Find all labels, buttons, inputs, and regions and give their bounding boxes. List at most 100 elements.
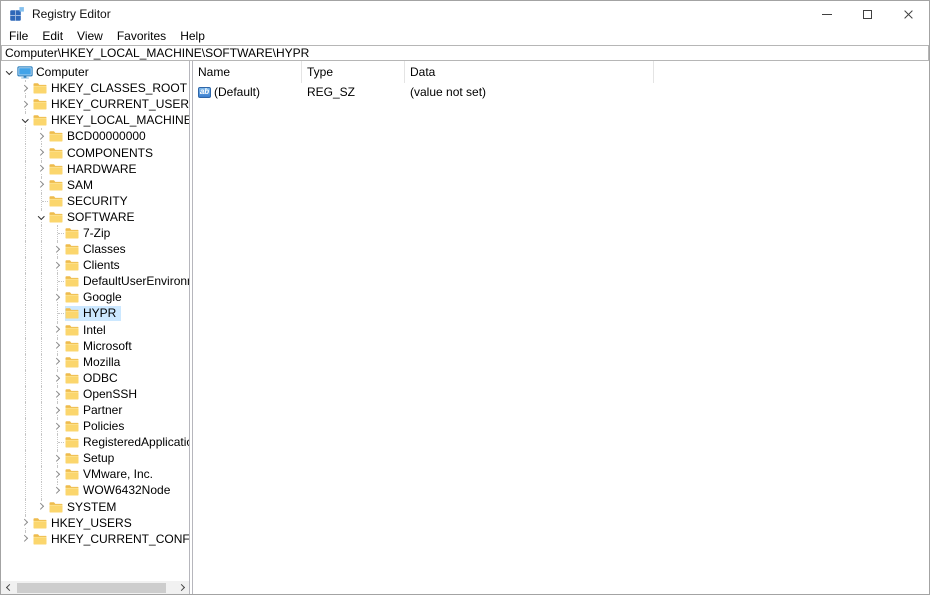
- tree-item-content[interactable]: SAM: [49, 177, 98, 192]
- tree-item-content[interactable]: HKEY_CURRENT_CONFIG: [33, 531, 189, 546]
- tree-item-content[interactable]: VMware, Inc.: [65, 467, 158, 482]
- expander-slot[interactable]: [17, 96, 33, 113]
- chevron-right-icon[interactable]: [20, 517, 30, 528]
- menu-file[interactable]: File: [2, 27, 35, 45]
- tree-item[interactable]: RegisteredApplications: [1, 434, 189, 451]
- tree-item-content[interactable]: RegisteredApplications: [65, 435, 189, 450]
- chevron-right-icon[interactable]: [52, 340, 62, 351]
- chevron-right-icon[interactable]: [52, 260, 62, 271]
- tree-item-content[interactable]: Partner: [65, 403, 127, 418]
- chevron-right-icon[interactable]: [52, 453, 62, 464]
- tree-item-content[interactable]: ODBC: [65, 370, 123, 385]
- tree-item-content[interactable]: SYSTEM: [49, 499, 121, 514]
- chevron-down-icon[interactable]: [36, 211, 46, 222]
- tree-item-content[interactable]: HKEY_CLASSES_ROOT: [33, 81, 189, 96]
- expander-slot[interactable]: [33, 176, 49, 193]
- expander-slot[interactable]: [49, 257, 65, 274]
- expander-slot[interactable]: [49, 385, 65, 402]
- tree-item[interactable]: HKEY_LOCAL_MACHINE: [1, 112, 189, 129]
- tree-item[interactable]: Policies: [1, 418, 189, 435]
- tree-item[interactable]: OpenSSH: [1, 385, 189, 402]
- expander-slot[interactable]: [49, 337, 65, 354]
- tree-item[interactable]: 7-Zip: [1, 224, 189, 242]
- chevron-right-icon[interactable]: [52, 421, 62, 432]
- chevron-right-icon[interactable]: [52, 469, 62, 480]
- value-row[interactable]: ab (Default) REG_SZ (value not set): [193, 83, 929, 101]
- value-name-cell[interactable]: ab (Default): [193, 85, 302, 99]
- tree-item[interactable]: BCD00000000: [1, 128, 189, 145]
- expander-slot[interactable]: [17, 514, 33, 531]
- tree-item[interactable]: Mozilla: [1, 353, 189, 370]
- chevron-right-icon[interactable]: [36, 131, 46, 142]
- tree-item[interactable]: Microsoft: [1, 337, 189, 354]
- chevron-right-icon[interactable]: [36, 163, 46, 174]
- expander-slot[interactable]: [49, 482, 65, 498]
- tree-item-content[interactable]: Classes: [65, 242, 131, 257]
- expander-slot[interactable]: [33, 498, 49, 515]
- tree-item-content[interactable]: DefaultUserEnvironment: [65, 274, 189, 289]
- chevron-right-icon[interactable]: [20, 83, 30, 94]
- expander-slot[interactable]: [49, 466, 65, 483]
- tree-item-content[interactable]: OpenSSH: [65, 386, 142, 401]
- expander-slot[interactable]: [33, 144, 49, 161]
- chevron-right-icon[interactable]: [52, 356, 62, 367]
- expander-slot[interactable]: [49, 369, 65, 386]
- chevron-right-icon[interactable]: [52, 388, 62, 399]
- tree-item-content[interactable]: 7-Zip: [65, 225, 115, 240]
- expander-slot[interactable]: [49, 418, 65, 435]
- tree-item[interactable]: SYSTEM: [1, 498, 189, 515]
- tree-item[interactable]: WOW6432Node: [1, 482, 189, 499]
- expander-slot[interactable]: [17, 530, 33, 547]
- chevron-right-icon[interactable]: [20, 533, 30, 544]
- tree-item[interactable]: HKEY_USERS: [1, 514, 189, 531]
- tree-item-content[interactable]: HKEY_CURRENT_USER: [33, 97, 189, 112]
- expander-slot[interactable]: [1, 64, 17, 80]
- tree-item-content[interactable]: Computer: [17, 65, 94, 80]
- menu-favorites[interactable]: Favorites: [110, 27, 173, 45]
- tree-item[interactable]: Intel: [1, 321, 189, 338]
- tree-item-content[interactable]: Clients: [65, 258, 125, 273]
- expander-slot[interactable]: [33, 208, 49, 225]
- tree-item[interactable]: HYPR: [1, 305, 189, 322]
- tree-item-content[interactable]: Mozilla: [65, 354, 125, 369]
- tree-item-content[interactable]: Intel: [65, 322, 111, 337]
- column-header-name[interactable]: Name: [193, 61, 302, 83]
- minimize-button[interactable]: [806, 1, 847, 27]
- tree-item-content[interactable]: SECURITY: [49, 193, 133, 208]
- scrollbar-thumb[interactable]: [17, 582, 166, 593]
- tree-item-content[interactable]: HKEY_LOCAL_MACHINE: [33, 113, 189, 128]
- tree-item[interactable]: DefaultUserEnvironment: [1, 273, 189, 290]
- expander-slot[interactable]: [49, 241, 65, 258]
- expander-slot[interactable]: [17, 80, 33, 97]
- chevron-right-icon[interactable]: [52, 372, 62, 383]
- expander-slot[interactable]: [33, 160, 49, 177]
- chevron-down-icon[interactable]: [20, 115, 30, 126]
- scroll-left-button[interactable]: [1, 581, 15, 594]
- tree-item[interactable]: HKEY_CLASSES_ROOT: [1, 80, 189, 97]
- chevron-down-icon[interactable]: [4, 67, 14, 77]
- tree-horizontal-scrollbar[interactable]: [1, 581, 189, 594]
- column-header-type[interactable]: Type: [302, 61, 405, 83]
- tree-item[interactable]: VMware, Inc.: [1, 466, 189, 483]
- tree-item-content[interactable]: Policies: [65, 419, 129, 434]
- expander-slot[interactable]: [49, 321, 65, 338]
- tree-item-content[interactable]: Google: [65, 290, 127, 305]
- chevron-right-icon[interactable]: [52, 244, 62, 255]
- tree-item[interactable]: SAM: [1, 176, 189, 193]
- maximize-button[interactable]: [847, 1, 888, 27]
- tree-item-content[interactable]: HYPR: [65, 305, 122, 321]
- tree-item[interactable]: Setup: [1, 450, 189, 467]
- tree-item-content[interactable]: SOFTWARE: [49, 209, 140, 224]
- tree-item[interactable]: HKEY_CURRENT_USER: [1, 96, 189, 113]
- tree-item[interactable]: HKEY_CURRENT_CONFIG: [1, 530, 189, 547]
- tree-item[interactable]: HARDWARE: [1, 160, 189, 177]
- close-button[interactable]: [888, 1, 929, 27]
- chevron-right-icon[interactable]: [52, 485, 62, 496]
- chevron-right-icon[interactable]: [36, 501, 46, 512]
- expander-slot[interactable]: [49, 289, 65, 306]
- tree-item-content[interactable]: COMPONENTS: [49, 145, 158, 160]
- tree-item-content[interactable]: Setup: [65, 451, 119, 466]
- chevron-right-icon[interactable]: [52, 324, 62, 335]
- tree-item-content[interactable]: HKEY_USERS: [33, 515, 137, 530]
- expander-slot[interactable]: [49, 401, 65, 419]
